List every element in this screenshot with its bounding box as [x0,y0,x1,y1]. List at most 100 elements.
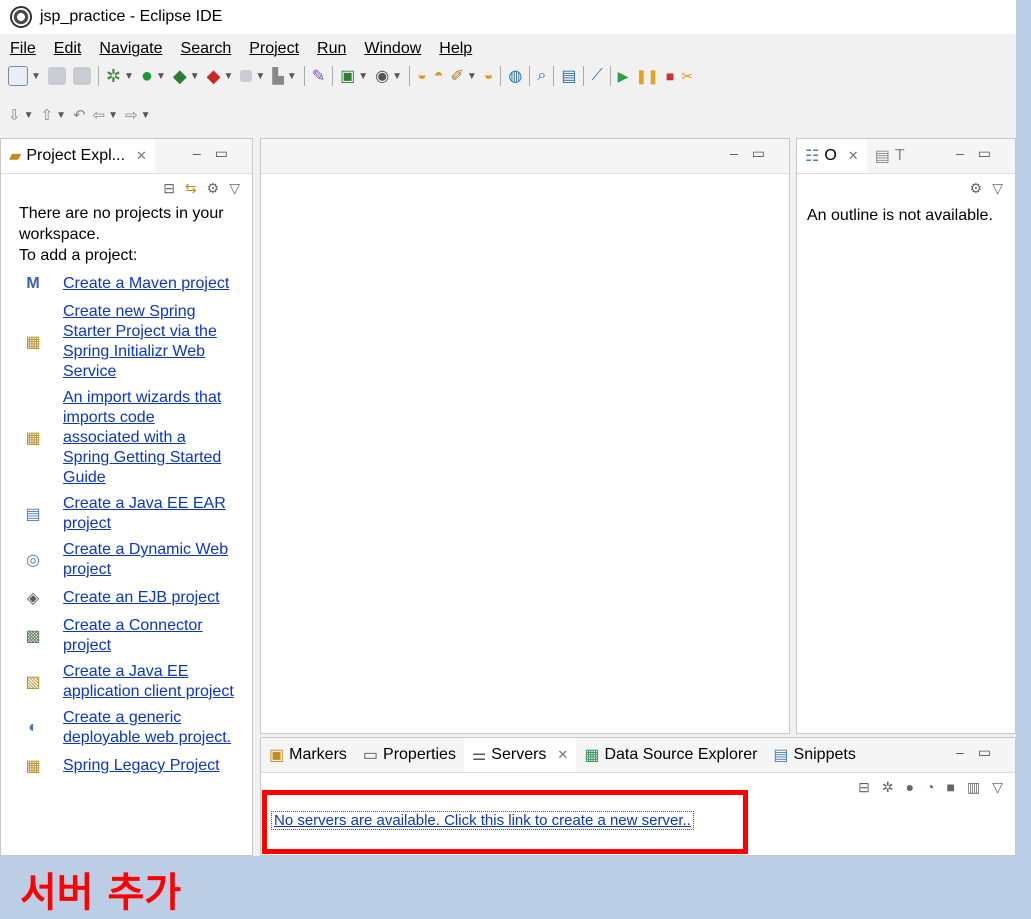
create-maven-link[interactable]: Create a Maven project [63,274,235,294]
minimize-maximize-icon[interactable]: –▭ [730,145,779,162]
tab-properties[interactable]: ▭ Properties [355,738,464,772]
debug-icon[interactable]: ✲ [106,66,121,87]
profile-server-icon[interactable]: ◔ [926,779,934,796]
menu-search[interactable]: Search [181,40,232,58]
menu-window[interactable]: Window [364,40,421,58]
import-guide-link[interactable]: An import wizards that imports code asso… [63,388,235,488]
minimize-maximize-icon[interactable]: –▭ [956,744,1005,761]
previous-annotation-icon[interactable]: ⇧ [40,106,53,124]
minimize-maximize-icon[interactable]: –▭ [193,145,242,162]
dropdown-icon[interactable]: ▼ [24,110,34,121]
create-ejb-link[interactable]: Create an EJB project [63,588,235,608]
dropdown-icon[interactable]: ▼ [156,71,166,82]
dropdown-icon[interactable]: ▼ [255,71,265,82]
list-item: ▦ Create new Spring Starter Project via t… [1,302,252,382]
minimize-maximize-icon[interactable]: –▭ [956,145,1005,162]
stop-server-icon[interactable]: ■ [947,779,955,796]
spring-legacy-link[interactable]: Spring Legacy Project [63,756,235,776]
tab-markers[interactable]: ▣ Markers [261,738,355,772]
debug-server-icon[interactable]: ✲ [882,779,894,796]
collapse-all-icon[interactable]: ⊟ [163,180,175,197]
run-last-tool-icon[interactable]: ◆ [173,66,187,87]
dropdown-icon[interactable]: ▼ [124,71,134,82]
create-ear-link[interactable]: Create a Java EE EAR project [63,494,235,534]
spring-wizard-icon: ▦ [25,430,41,447]
caption-text: 서버 추가 [20,870,182,916]
tab-outline[interactable]: ☷ O ✕ [797,139,867,173]
filter-icon[interactable]: ⚙ [207,180,220,197]
editor-tabbar: –▭ [261,139,789,174]
dropdown-icon[interactable]: ▼ [190,71,200,82]
run-icon[interactable]: ● [141,65,153,88]
menu-edit[interactable]: Edit [54,40,82,58]
globe-icon[interactable]: ◍ [508,66,522,86]
menu-navigate[interactable]: Navigate [99,40,162,58]
dropdown-icon[interactable]: ▼ [56,110,66,121]
filter-icon[interactable]: ⚙ [970,180,983,197]
tab-snippets[interactable]: ▤ Snippets [765,738,863,772]
new-java-class-icon[interactable]: ◉ [375,66,389,86]
close-icon[interactable]: ✕ [557,747,568,763]
dropdown-icon[interactable]: ▼ [287,71,297,82]
navigation-toolbar: ⇩ ▼ ⇧ ▼ ↶ ⇦ ▼ ⇨ ▼ [8,101,151,129]
dropdown-icon[interactable]: ▼ [31,71,41,82]
create-connector-link[interactable]: Create a Connector project [63,616,235,656]
tab-task-list[interactable]: ▤ T [867,139,913,173]
dropdown-icon[interactable]: ▼ [141,110,151,121]
create-generic-web-link[interactable]: Create a generic deployable web project. [63,708,235,748]
view-menu-icon[interactable]: ▽ [992,180,1003,197]
dropdown-icon[interactable]: ▼ [358,71,368,82]
outline-toolbar: ⚙ ▽ [797,174,1015,203]
tab-servers[interactable]: ⚌ Servers ✕ [463,738,577,772]
brush-icon[interactable]: ✐ [450,66,463,86]
save-all-icon[interactable] [72,67,91,85]
skip-breakpoints-icon[interactable]: ⟋ [591,67,602,85]
menu-run[interactable]: Run [317,40,346,58]
console-icon[interactable]: ▤ [561,66,576,86]
close-icon[interactable]: ✕ [136,148,147,164]
terminate-icon[interactable]: ■ [666,68,674,84]
dropdown-icon[interactable]: ▼ [392,71,402,82]
external-tools-icon[interactable]: ◆ [207,66,221,87]
publish-icon[interactable]: ▥ [967,779,980,796]
jsp-icon[interactable]: ✎ [312,66,325,86]
view-menu-icon[interactable]: ▽ [992,779,1003,796]
open-resource-icon[interactable]: ◓ [434,67,444,85]
view-menu-icon[interactable]: ▽ [229,180,240,197]
start-server-icon[interactable]: ● [906,779,914,796]
open-folder-icon[interactable]: ◒ [484,67,494,85]
ear-icon: ▤ [25,506,41,523]
forward-icon[interactable]: ⇨ [125,106,138,124]
resume-icon[interactable]: ▶ [618,68,629,85]
list-item: ▤ Create a Java EE EAR project [1,494,252,534]
dropdown-icon[interactable]: ▼ [467,71,477,82]
dropdown-icon[interactable]: ▼ [108,110,118,121]
save-icon[interactable] [47,67,66,85]
next-annotation-icon[interactable]: ⇩ [8,106,21,124]
suspend-icon[interactable]: ❚❚ [635,68,658,85]
tab-project-explorer[interactable]: ▰ Project Expl... ✕ [1,139,155,173]
search-icon[interactable]: ⌕ [537,67,546,85]
create-dynamic-web-link[interactable]: Create a Dynamic Web project [63,540,235,580]
tab-data-source-explorer[interactable]: ▦ Data Source Explorer [576,738,765,772]
project-explorer-icon: ▰ [9,148,22,165]
close-icon[interactable]: ✕ [848,148,859,164]
back-icon[interactable]: ⇦ [93,106,106,124]
menu-file[interactable]: File [10,40,36,58]
new-server-icon[interactable]: ▣ [340,66,355,86]
collapse-all-icon[interactable]: ⊟ [858,779,870,796]
dropdown-icon[interactable]: ▼ [224,71,234,82]
spring-starter-link[interactable]: Create new Spring Starter Project via th… [63,302,235,382]
menu-help[interactable]: Help [439,40,472,58]
open-type-icon[interactable]: ◒ [417,67,427,85]
stop-icon[interactable] [240,70,253,82]
link-editor-icon[interactable]: ⇆ [185,180,197,197]
create-app-client-link[interactable]: Create a Java EE application client proj… [63,662,235,702]
new-icon[interactable] [8,66,28,86]
menu-project[interactable]: Project [249,40,299,58]
disconnect-icon[interactable]: ✂ [681,68,693,85]
last-edit-icon[interactable]: ↶ [73,106,86,124]
toolbar-separator [553,66,555,86]
list-item: ▦ An import wizards that imports code ass… [1,388,252,488]
build-icon[interactable]: ▙ [272,67,284,85]
